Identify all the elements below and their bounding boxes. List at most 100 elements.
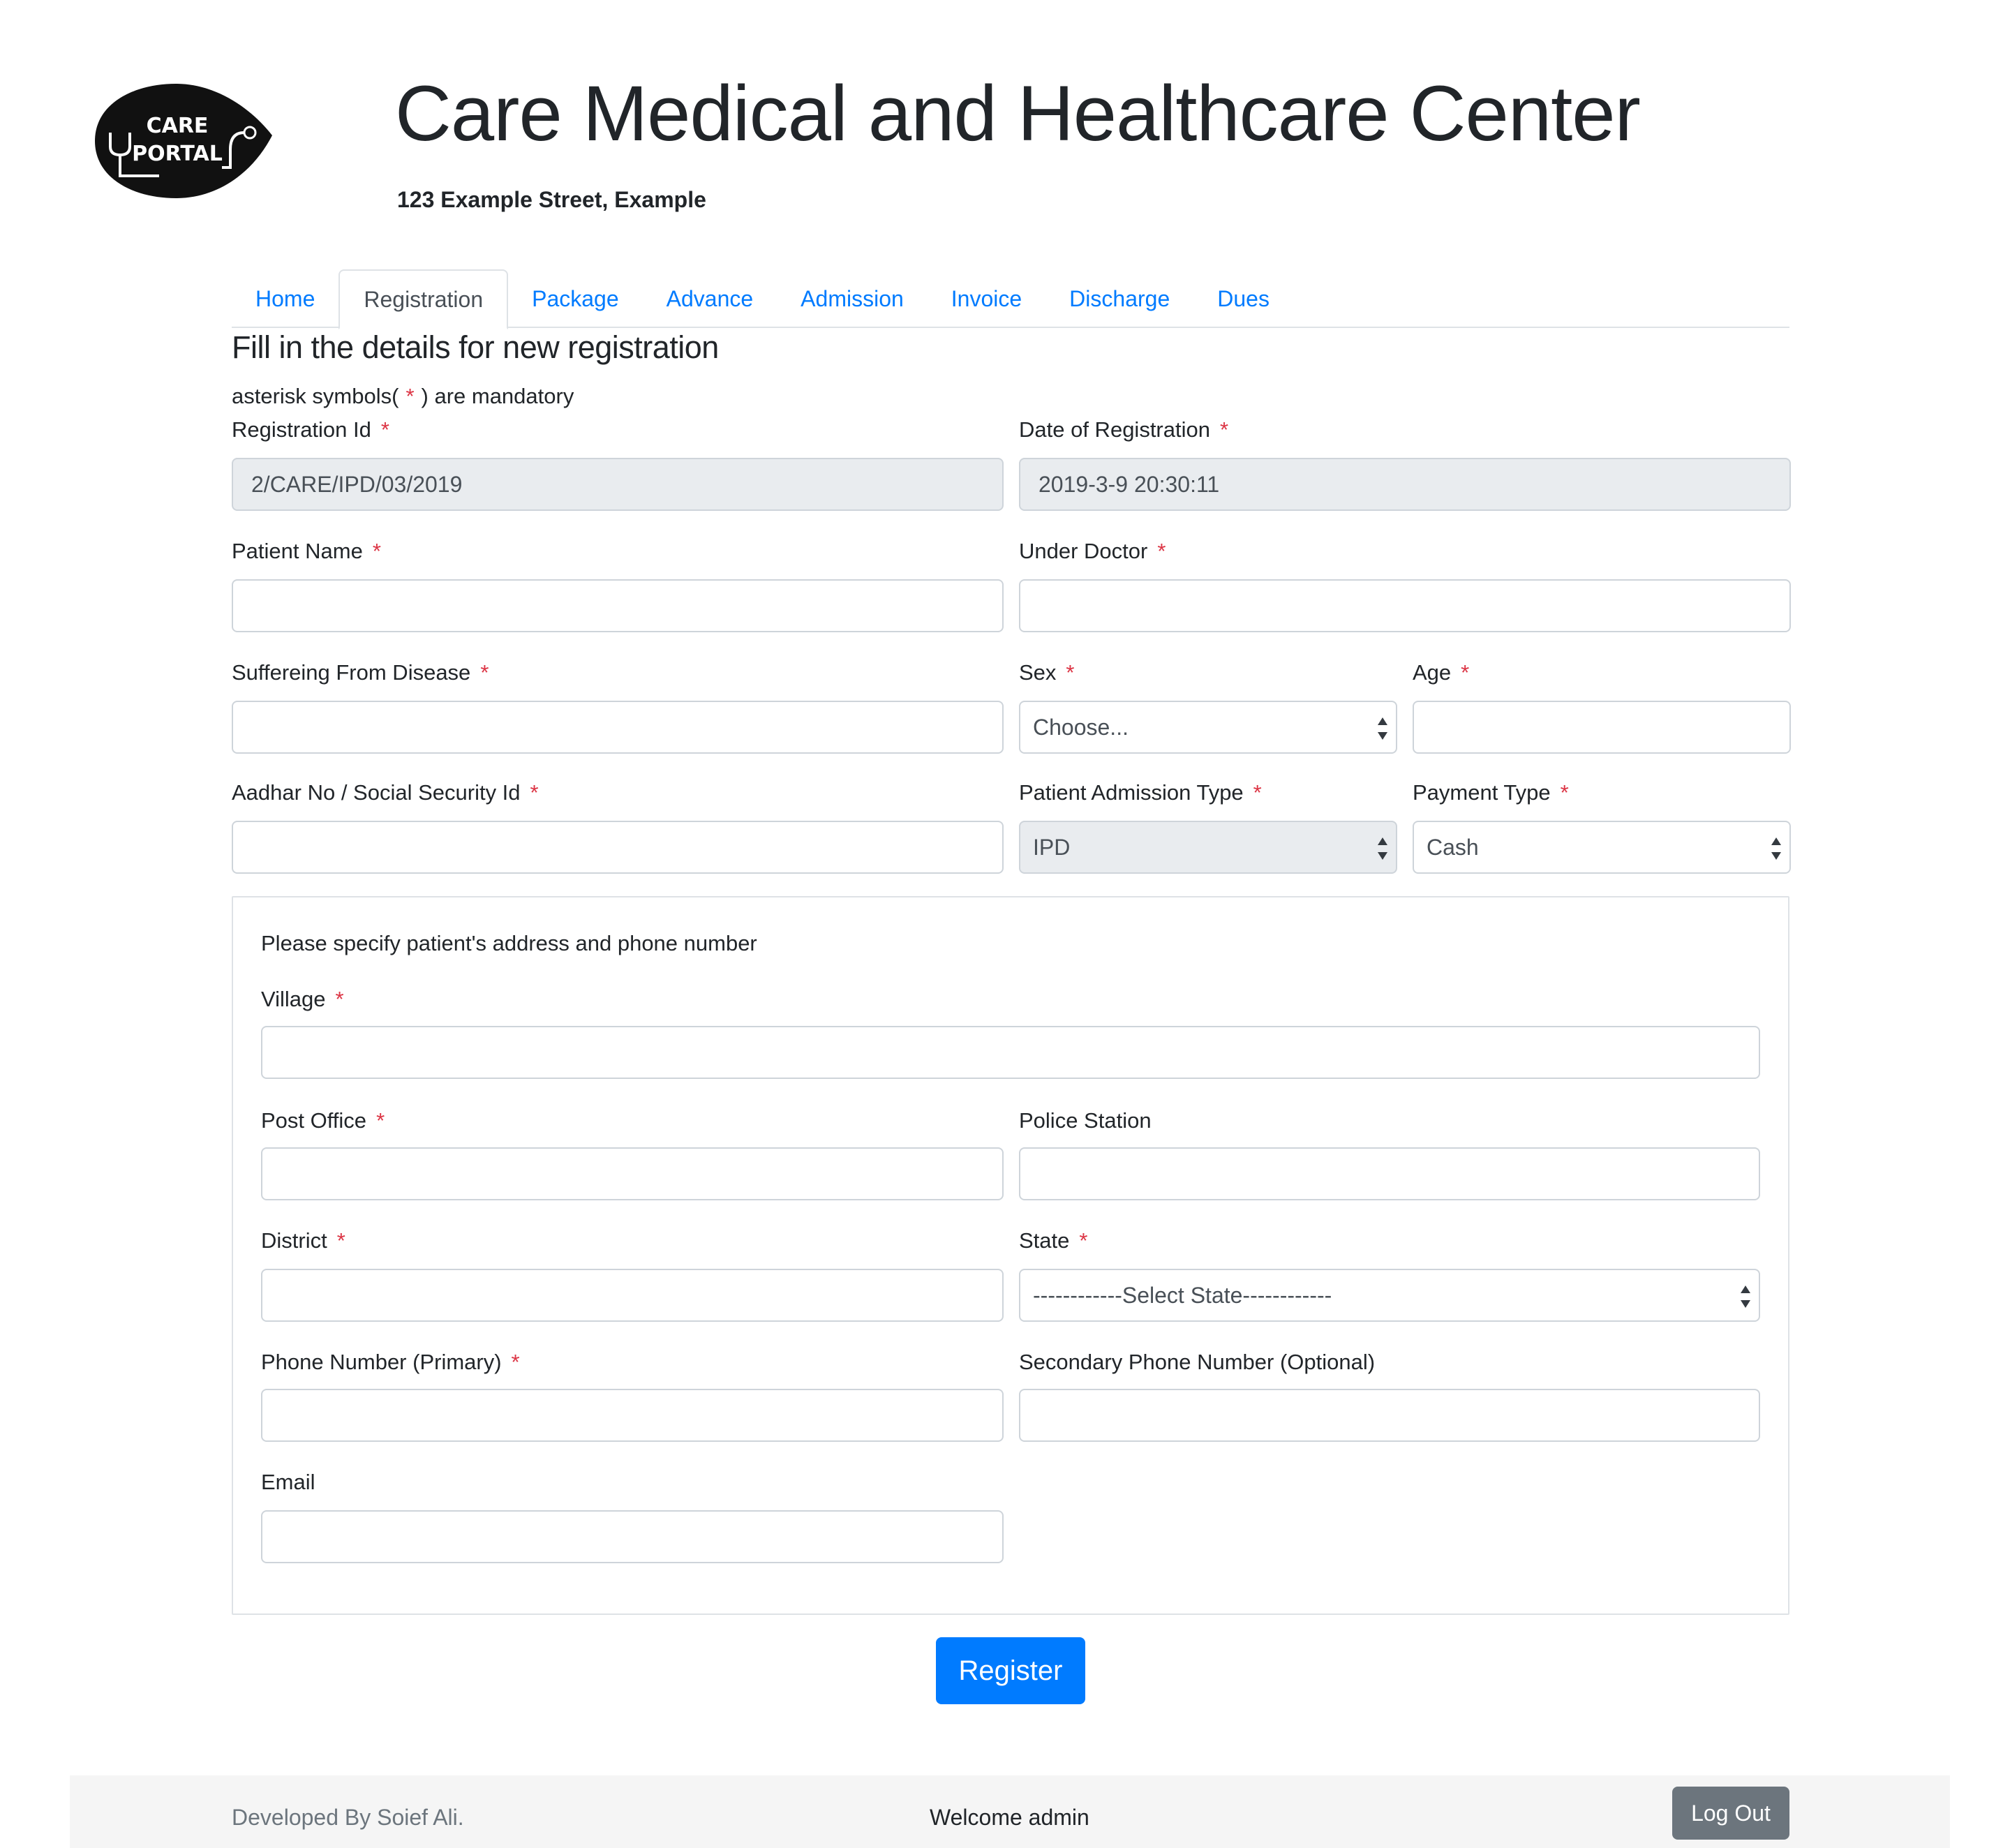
footer: Developed By Soief Ali. Welcome admin Lo… xyxy=(70,1775,1950,1848)
mandatory-note-text: asterisk symbols( xyxy=(232,384,399,408)
select-arrows-icon xyxy=(1378,717,1387,740)
disease-label: Suffereing From Disease * xyxy=(232,660,489,685)
phone-primary-label-text: Phone Number (Primary) xyxy=(261,1350,502,1374)
age-label: Age * xyxy=(1413,660,1469,685)
date-of-registration-label: Date of Registration * xyxy=(1019,417,1228,442)
select-arrows-icon xyxy=(1771,837,1781,860)
required-asterisk: * xyxy=(1560,780,1569,805)
phone-secondary-label: Secondary Phone Number (Optional) xyxy=(1019,1350,1376,1374)
sex-label: Sex * xyxy=(1019,660,1075,685)
required-asterisk: * xyxy=(335,987,344,1011)
patient-name-label-text: Patient Name xyxy=(232,539,363,563)
phone-primary-input[interactable] xyxy=(261,1389,1004,1442)
post-office-label: Post Office * xyxy=(261,1108,385,1133)
logo-text-line1: CARE xyxy=(147,114,209,138)
age-input[interactable] xyxy=(1413,701,1791,754)
site-address: 123 Example Street, Example xyxy=(397,187,706,212)
age-label-text: Age xyxy=(1413,660,1452,685)
post-office-input[interactable] xyxy=(261,1147,1004,1200)
sex-label-text: Sex xyxy=(1019,660,1057,685)
logo-text-line2: PORTAL xyxy=(132,142,223,166)
required-asterisk: * xyxy=(1066,660,1075,685)
address-intro: Please specify patient's address and pho… xyxy=(261,931,757,955)
admission-type-label-text: Patient Admission Type xyxy=(1019,780,1244,805)
mandatory-note: asterisk symbols(*) are mandatory xyxy=(232,384,574,409)
site-title: Care Medical and Healthcare Center xyxy=(395,70,1641,157)
state-label-text: State xyxy=(1019,1228,1070,1253)
welcome-message: Welcome admin xyxy=(930,1805,1089,1830)
required-asterisk: * xyxy=(1079,1228,1088,1253)
aadhar-label: Aadhar No / Social Security Id * xyxy=(232,780,539,805)
payment-type-label: Payment Type * xyxy=(1413,780,1569,805)
patient-name-label: Patient Name * xyxy=(232,539,381,564)
tab-home[interactable]: Home xyxy=(232,269,338,328)
sex-select[interactable]: Choose... xyxy=(1019,701,1397,754)
email-input[interactable] xyxy=(261,1510,1004,1563)
state-select-value: ------------Select State------------ xyxy=(1033,1282,1332,1308)
payment-type-select[interactable]: Cash xyxy=(1413,821,1791,874)
required-asterisk: * xyxy=(1461,660,1470,685)
date-of-registration-label-text: Date of Registration xyxy=(1019,417,1210,442)
phone-primary-label: Phone Number (Primary) * xyxy=(261,1350,520,1375)
district-input[interactable] xyxy=(261,1269,1004,1322)
registration-id-field[interactable]: 2/CARE/IPD/03/2019 xyxy=(232,458,1004,511)
required-asterisk: * xyxy=(405,384,415,408)
logout-button[interactable]: Log Out xyxy=(1672,1787,1789,1840)
registration-id-label: Registration Id * xyxy=(232,417,389,442)
tab-invoice[interactable]: Invoice xyxy=(928,269,1045,328)
disease-input[interactable] xyxy=(232,701,1004,754)
under-doctor-label: Under Doctor * xyxy=(1019,539,1166,564)
register-button[interactable]: Register xyxy=(936,1637,1085,1704)
aadhar-label-text: Aadhar No / Social Security Id xyxy=(232,780,521,805)
form-heading: Fill in the details for new registration xyxy=(232,329,719,365)
aadhar-input[interactable] xyxy=(232,821,1004,874)
mandatory-note-text-end: ) are mandatory xyxy=(421,384,574,408)
required-asterisk: * xyxy=(1253,780,1262,805)
under-doctor-input[interactable] xyxy=(1019,579,1791,632)
disease-label-text: Suffereing From Disease xyxy=(232,660,471,685)
payment-type-label-text: Payment Type xyxy=(1413,780,1551,805)
village-input[interactable] xyxy=(261,1026,1760,1079)
tab-discharge[interactable]: Discharge xyxy=(1045,269,1193,328)
police-station-label: Police Station xyxy=(1019,1108,1152,1133)
police-station-input[interactable] xyxy=(1019,1147,1760,1200)
under-doctor-label-text: Under Doctor xyxy=(1019,539,1148,563)
logo-stethoscope-icon: CARE PORTAL xyxy=(95,84,272,198)
tab-registration[interactable]: Registration xyxy=(338,269,509,329)
tab-package[interactable]: Package xyxy=(508,269,643,328)
post-office-label-text: Post Office xyxy=(261,1108,367,1133)
required-asterisk: * xyxy=(336,1228,345,1253)
required-asterisk: * xyxy=(376,1108,385,1133)
nav-tabs: Home Registration Package Advance Admiss… xyxy=(232,269,1789,329)
district-label: District * xyxy=(261,1228,345,1253)
registration-id-label-text: Registration Id xyxy=(232,417,371,442)
state-select[interactable]: ------------Select State------------ xyxy=(1019,1269,1760,1322)
tab-admission[interactable]: Admission xyxy=(777,269,928,328)
required-asterisk: * xyxy=(480,660,489,685)
payment-type-select-value: Cash xyxy=(1427,834,1479,860)
tab-advance[interactable]: Advance xyxy=(643,269,777,328)
village-label-text: Village xyxy=(261,987,326,1011)
required-asterisk: * xyxy=(511,1350,520,1374)
district-label-text: District xyxy=(261,1228,327,1253)
sex-select-value: Choose... xyxy=(1033,714,1129,740)
address-section xyxy=(232,896,1789,1615)
required-asterisk: * xyxy=(530,780,539,805)
required-asterisk: * xyxy=(372,539,381,563)
admission-type-select[interactable]: IPD xyxy=(1019,821,1397,874)
admission-type-label: Patient Admission Type * xyxy=(1019,780,1262,805)
patient-name-input[interactable] xyxy=(232,579,1004,632)
village-label: Village * xyxy=(261,987,344,1012)
required-asterisk: * xyxy=(380,417,389,442)
date-of-registration-field[interactable]: 2019-3-9 20:30:11 xyxy=(1019,458,1791,511)
email-label: Email xyxy=(261,1470,315,1494)
phone-secondary-input[interactable] xyxy=(1019,1389,1760,1442)
tab-dues[interactable]: Dues xyxy=(1193,269,1293,328)
admission-type-select-value: IPD xyxy=(1033,834,1071,860)
care-portal-logo: CARE PORTAL xyxy=(92,82,275,200)
required-asterisk: * xyxy=(1219,417,1229,442)
select-arrows-icon xyxy=(1741,1286,1750,1308)
state-label: State * xyxy=(1019,1228,1087,1253)
required-asterisk: * xyxy=(1157,539,1166,563)
select-arrows-icon xyxy=(1378,837,1387,860)
